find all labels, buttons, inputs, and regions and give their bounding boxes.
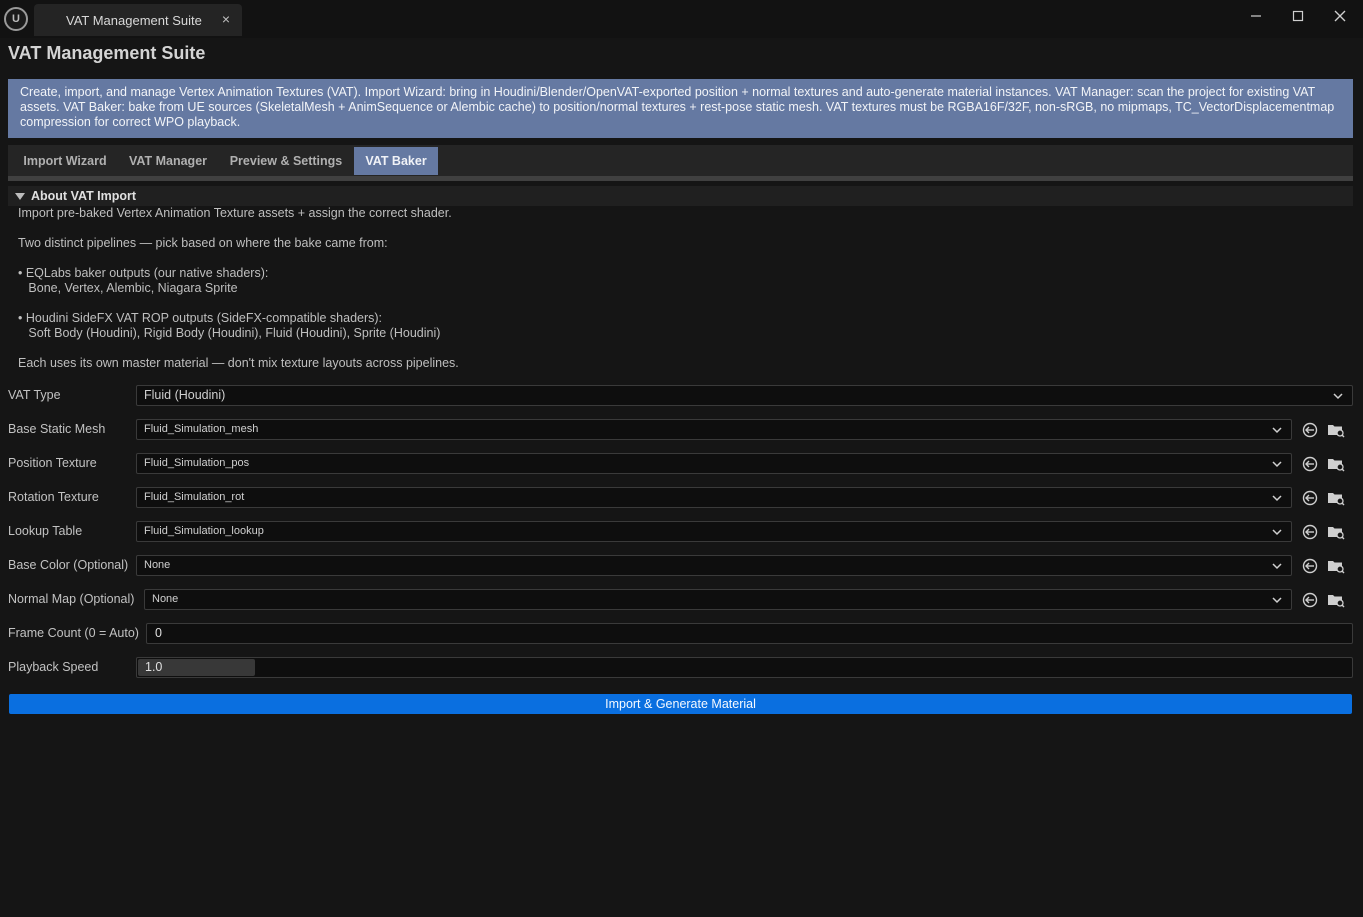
about-line: Soft Body (Houdini), Rigid Body (Houdini… <box>18 326 441 340</box>
base-static-mesh-value: Fluid_Simulation_mesh <box>144 423 259 435</box>
import-generate-material-button[interactable]: Import & Generate Material <box>9 694 1352 714</box>
rotation-texture-picker[interactable]: Fluid_Simulation_rot <box>136 487 1292 508</box>
normal-map-value: None <box>152 593 179 605</box>
vat-type-dropdown[interactable]: Fluid (Houdini) <box>136 385 1353 406</box>
about-line: Two distinct pipelines — pick based on w… <box>18 236 388 250</box>
use-selected-icon <box>1302 524 1318 540</box>
use-selected-asset-button[interactable] <box>1299 419 1321 441</box>
about-line: Each uses its own master material — don'… <box>18 356 459 370</box>
about-section-title: About VAT Import <box>31 189 137 203</box>
about-line: Import pre-baked Vertex Animation Textur… <box>18 206 452 220</box>
base-color-label: Base Color (Optional) <box>8 558 129 572</box>
browse-folder-icon <box>1328 493 1345 506</box>
vat-type-label: VAT Type <box>8 388 61 402</box>
tab-import-wizard[interactable]: Import Wizard <box>12 147 118 175</box>
browse-asset-button[interactable] <box>1325 589 1347 611</box>
use-selected-asset-button[interactable] <box>1299 487 1321 509</box>
lookup-table-value: Fluid_Simulation_lookup <box>144 525 264 537</box>
about-line: Bone, Vertex, Alembic, Niagara Sprite <box>18 281 238 295</box>
unreal-logo-icon: U <box>4 7 28 31</box>
lookup-table-label: Lookup Table <box>8 524 83 538</box>
collapse-arrow-icon <box>15 192 25 200</box>
use-selected-icon <box>1302 456 1318 472</box>
base-static-mesh-label: Base Static Mesh <box>8 422 106 436</box>
normal-map-label: Normal Map (Optional) <box>8 592 135 606</box>
frame-count-label: Frame Count (0 = Auto) <box>8 626 139 640</box>
browse-asset-button[interactable] <box>1325 419 1347 441</box>
browse-asset-button[interactable] <box>1325 555 1347 577</box>
close-tab-icon[interactable]: × <box>222 11 230 27</box>
close-icon <box>1334 10 1346 22</box>
browse-asset-button[interactable] <box>1325 453 1347 475</box>
position-texture-picker[interactable]: Fluid_Simulation_pos <box>136 453 1292 474</box>
tab-bar: Import Wizard VAT Manager Preview & Sett… <box>8 145 1353 176</box>
chevron-down-icon <box>1272 563 1282 570</box>
tab-preview-settings[interactable]: Preview & Settings <box>220 147 352 175</box>
frame-count-value: 0 <box>155 626 162 640</box>
tab-divider <box>8 176 1353 181</box>
vat-type-value: Fluid (Houdini) <box>144 388 226 402</box>
page-title: VAT Management Suite <box>8 43 206 63</box>
document-tab[interactable]: VAT Management Suite × <box>34 4 242 36</box>
playback-speed-value: 1.0 <box>145 660 163 674</box>
maximize-button[interactable] <box>1278 4 1318 28</box>
use-selected-asset-button[interactable] <box>1299 589 1321 611</box>
title-bar: U VAT Management Suite × <box>0 0 1363 38</box>
use-selected-asset-button[interactable] <box>1299 521 1321 543</box>
base-color-value: None <box>144 559 171 571</box>
use-selected-icon <box>1302 558 1318 574</box>
playback-speed-label: Playback Speed <box>8 660 99 674</box>
chevron-down-icon <box>1272 597 1282 604</box>
frame-count-input[interactable]: 0 <box>146 623 1353 644</box>
browse-folder-icon <box>1328 425 1345 438</box>
use-selected-icon <box>1302 490 1318 506</box>
base-static-mesh-picker[interactable]: Fluid_Simulation_mesh <box>136 419 1292 440</box>
browse-asset-button[interactable] <box>1325 487 1347 509</box>
chevron-down-icon <box>1272 529 1282 536</box>
browse-folder-icon <box>1328 595 1345 608</box>
rotation-texture-label: Rotation Texture <box>8 490 99 504</box>
about-line: • EQLabs baker outputs (our native shade… <box>18 266 269 280</box>
about-line: • Houdini SideFX VAT ROP outputs (SideFX… <box>18 311 383 325</box>
chevron-down-icon <box>1272 427 1282 434</box>
use-selected-icon <box>1302 422 1318 438</box>
use-selected-asset-button[interactable] <box>1299 453 1321 475</box>
chevron-down-icon <box>1272 495 1282 502</box>
tab-vat-manager[interactable]: VAT Manager <box>120 147 216 175</box>
use-selected-asset-button[interactable] <box>1299 555 1321 577</box>
position-texture-label: Position Texture <box>8 456 97 470</box>
maximize-icon <box>1292 10 1304 22</box>
browse-folder-icon <box>1328 527 1345 540</box>
chevron-down-icon <box>1333 393 1343 400</box>
position-texture-value: Fluid_Simulation_pos <box>144 457 250 469</box>
minimize-button[interactable] <box>1236 4 1276 28</box>
browse-folder-icon <box>1328 561 1345 574</box>
rotation-texture-value: Fluid_Simulation_rot <box>144 491 245 503</box>
minimize-icon <box>1251 15 1261 17</box>
use-selected-icon <box>1302 592 1318 608</box>
browse-asset-button[interactable] <box>1325 521 1347 543</box>
base-color-picker[interactable]: None <box>136 555 1292 576</box>
chevron-down-icon <box>1272 461 1282 468</box>
browse-folder-icon <box>1328 459 1345 472</box>
tab-vat-baker[interactable]: VAT Baker <box>354 147 438 175</box>
about-section-header[interactable]: About VAT Import <box>8 186 1353 206</box>
normal-map-picker[interactable]: None <box>144 589 1292 610</box>
close-window-button[interactable] <box>1320 4 1360 28</box>
info-banner: Create, import, and manage Vertex Animat… <box>8 79 1353 138</box>
document-tab-label: VAT Management Suite <box>66 13 202 28</box>
playback-speed-slider[interactable]: 1.0 <box>136 657 1353 678</box>
lookup-table-picker[interactable]: Fluid_Simulation_lookup <box>136 521 1292 542</box>
